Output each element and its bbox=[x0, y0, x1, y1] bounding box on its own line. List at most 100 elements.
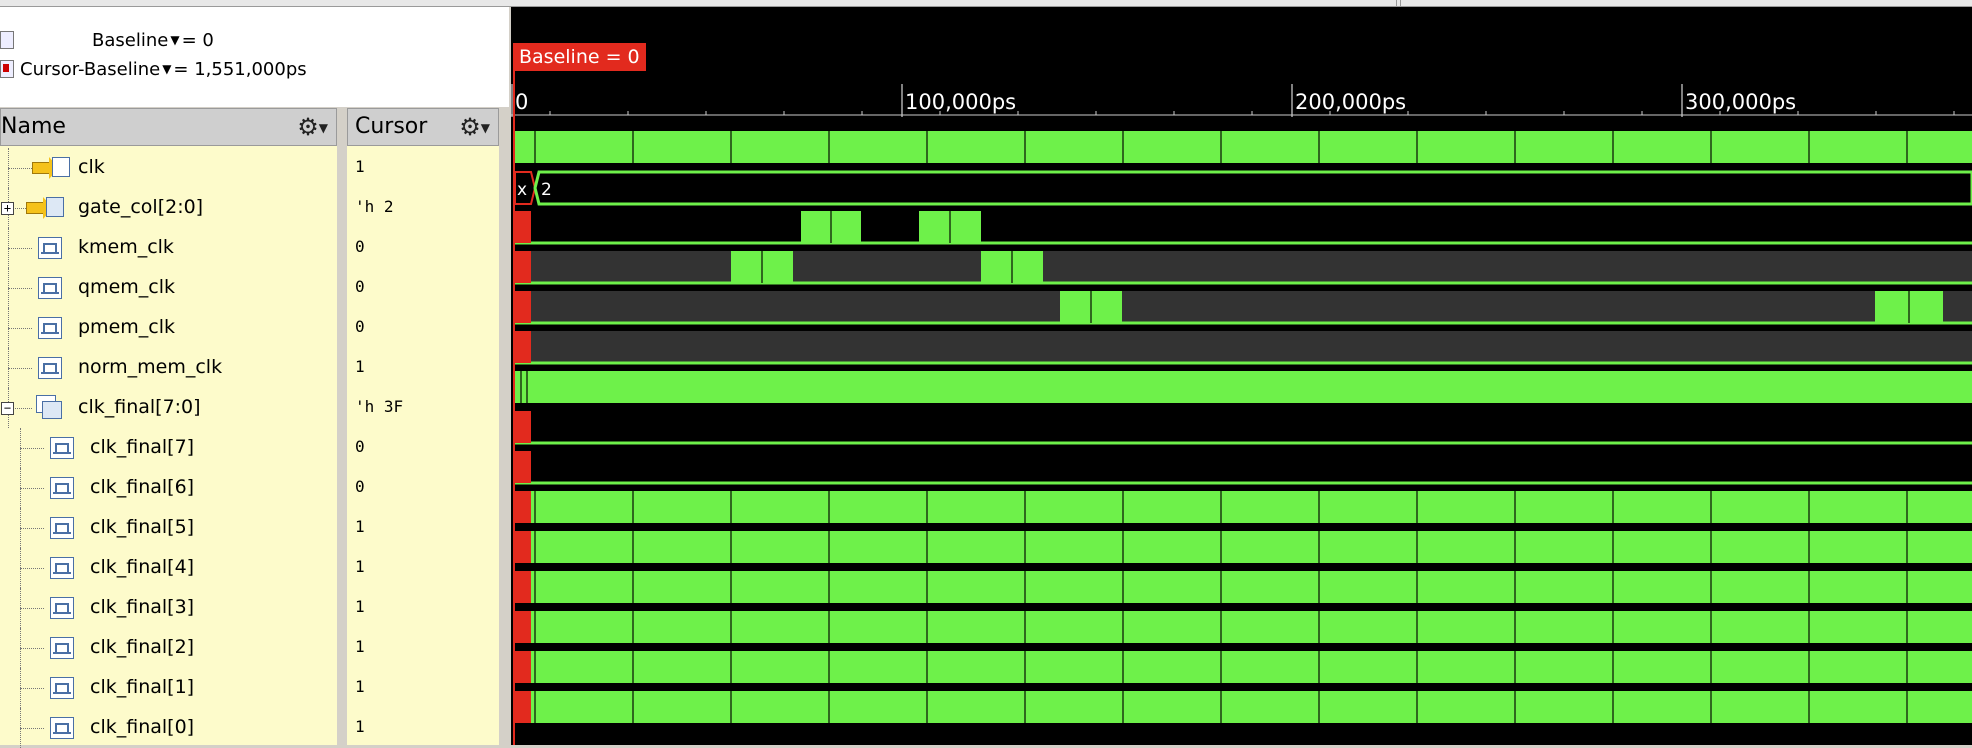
row-shade bbox=[515, 331, 1972, 363]
cursor-value: 0 bbox=[355, 317, 365, 336]
signal-row[interactable]: pmem_clk bbox=[0, 308, 337, 348]
tree-line bbox=[8, 168, 32, 169]
signal-name: norm_mem_clk bbox=[78, 356, 223, 378]
signal-row[interactable]: clk_final[5] bbox=[0, 508, 337, 548]
cursor-value-row[interactable]: 0 bbox=[347, 268, 499, 308]
cursor-value: 1 bbox=[355, 157, 365, 176]
signal-name: clk_final[0] bbox=[90, 716, 195, 738]
signal-name: clk_final[7] bbox=[90, 436, 195, 458]
cursor-value-row[interactable]: 0 bbox=[347, 428, 499, 468]
ruler-label: 200,000ps bbox=[1295, 90, 1406, 114]
cursor-value: 1 bbox=[355, 517, 365, 536]
cursor-value: 1 bbox=[355, 557, 365, 576]
ruler-label: 300,000ps bbox=[1685, 90, 1796, 114]
cursor-value-row[interactable]: 1 bbox=[347, 148, 499, 188]
ruler-label: 0 bbox=[515, 90, 528, 114]
signal-name: clk_final[5] bbox=[90, 516, 195, 538]
cursor-value-row[interactable]: 1 bbox=[347, 508, 499, 548]
expand-icon[interactable]: + bbox=[1, 202, 14, 215]
signal-row[interactable]: clk_final[6] bbox=[0, 468, 337, 508]
cursor-baseline-row[interactable]: Cursor-Baseline ▼ = 1,551,000ps bbox=[0, 56, 307, 82]
tree-line bbox=[8, 248, 32, 249]
tree-line bbox=[8, 288, 32, 289]
top-toolbar-edge bbox=[0, 0, 1972, 7]
reset-region bbox=[515, 491, 531, 523]
signal-row[interactable]: + gate_col[2:0] bbox=[0, 188, 337, 228]
signal-name: clk_final[3] bbox=[90, 596, 195, 618]
reset-region bbox=[515, 611, 531, 643]
tree-line bbox=[8, 328, 32, 329]
name-column-header[interactable]: Name ⚙▼ bbox=[0, 108, 337, 146]
signal-name: gate_col[2:0] bbox=[78, 196, 204, 218]
signal-icon bbox=[50, 677, 74, 699]
cursor-value: 'h 2 bbox=[355, 197, 394, 216]
signal-row[interactable]: norm_mem_clk bbox=[0, 348, 337, 388]
cursor-value-row[interactable]: 'h 3F bbox=[347, 388, 499, 428]
tree-line bbox=[20, 728, 44, 729]
tree-line bbox=[20, 648, 44, 649]
signal-row[interactable]: clk_final[7] bbox=[0, 428, 337, 468]
baseline-marker[interactable]: Baseline = 0 bbox=[513, 43, 646, 71]
signal-row[interactable]: clk_final[0] bbox=[0, 708, 337, 748]
baseline-row[interactable]: Baseline ▼ = 0 bbox=[92, 27, 214, 53]
cursor-value-row[interactable]: 0 bbox=[347, 468, 499, 508]
signal-icon bbox=[38, 317, 62, 339]
signal-name: clk_final[6] bbox=[90, 476, 195, 498]
cursor-value: 0 bbox=[355, 277, 365, 296]
signal-row[interactable]: clk_final[3] bbox=[0, 588, 337, 628]
zoom-icon[interactable] bbox=[0, 31, 14, 49]
cursor-value-panel: Cursor ⚙▼ 1 'h 2 0 0 0 1 'h 3F 0 0 1 1 1 1 1 1 bbox=[347, 108, 499, 745]
waveform-view[interactable]: 0 100,000ps 200,000ps 300,000ps x 2 Baseline … bbox=[511, 7, 1972, 745]
collapse-icon[interactable]: − bbox=[1, 402, 14, 415]
reset-region bbox=[515, 251, 531, 283]
signal-icon bbox=[50, 557, 74, 579]
cursor-column-title: Cursor bbox=[355, 114, 428, 139]
cursor-value: 1 bbox=[355, 357, 365, 376]
waveform-canvas[interactable]: 0 100,000ps 200,000ps 300,000ps x 2 bbox=[511, 7, 1972, 745]
name-column-title: Name bbox=[1, 114, 66, 139]
cursor-value: 1 bbox=[355, 717, 365, 736]
baseline-dropdown-icon[interactable]: ▼ bbox=[170, 33, 179, 47]
row-shade bbox=[515, 291, 1972, 323]
baseline-line[interactable] bbox=[513, 43, 515, 745]
reset-region bbox=[515, 291, 531, 323]
cursor-baseline-dropdown-icon[interactable]: ▼ bbox=[162, 62, 171, 76]
cursor-value-row[interactable]: 1 bbox=[347, 348, 499, 388]
cursor-value: 0 bbox=[355, 477, 365, 496]
clock-fill bbox=[515, 571, 1972, 603]
signal-icon bbox=[50, 637, 74, 659]
reset-region bbox=[515, 211, 531, 243]
signal-name-panel: Name ⚙▼ clk + gate_col[2:0] kmem_clk qmem_cl… bbox=[0, 108, 337, 748]
cursor-value-row[interactable]: 'h 2 bbox=[347, 188, 499, 228]
cursor-column-gear-icon[interactable]: ⚙▼ bbox=[459, 109, 490, 146]
cursor-value-row[interactable]: 1 bbox=[347, 668, 499, 708]
signal-icon bbox=[38, 237, 62, 259]
signal-row[interactable]: clk_final[4] bbox=[0, 548, 337, 588]
cursor-value-row[interactable]: 0 bbox=[347, 228, 499, 268]
tree-line bbox=[20, 488, 44, 489]
name-column-gear-icon[interactable]: ⚙▼ bbox=[297, 109, 328, 146]
signal-row[interactable]: clk_final[2] bbox=[0, 628, 337, 668]
tree-line bbox=[20, 688, 44, 689]
cursor-value-row[interactable]: 1 bbox=[347, 628, 499, 668]
toolbar-separator bbox=[1400, 0, 1401, 6]
signal-row[interactable]: clk_final[1] bbox=[0, 668, 337, 708]
ruler-label: 100,000ps bbox=[905, 90, 1016, 114]
signal-row[interactable]: qmem_clk bbox=[0, 268, 337, 308]
bus-icon bbox=[32, 395, 64, 421]
signal-row[interactable]: kmem_clk bbox=[0, 228, 337, 268]
signal-icon bbox=[50, 517, 74, 539]
cursor-value-row[interactable]: 1 bbox=[347, 548, 499, 588]
toolbar-separator bbox=[1396, 0, 1397, 6]
reset-region bbox=[515, 651, 531, 683]
clock-fill bbox=[515, 611, 1972, 643]
tree-line bbox=[20, 608, 44, 609]
cursor-value: 'h 3F bbox=[355, 397, 404, 416]
cursor-value-row[interactable]: 1 bbox=[347, 588, 499, 628]
cursor-value-row[interactable]: 1 bbox=[347, 708, 499, 748]
signal-row[interactable]: clk bbox=[0, 148, 337, 188]
cursor-column-header[interactable]: Cursor ⚙▼ bbox=[347, 108, 499, 146]
cursor-value-row[interactable]: 0 bbox=[347, 308, 499, 348]
reset-region bbox=[515, 451, 531, 483]
signal-row[interactable]: − clk_final[7:0] bbox=[0, 388, 337, 428]
